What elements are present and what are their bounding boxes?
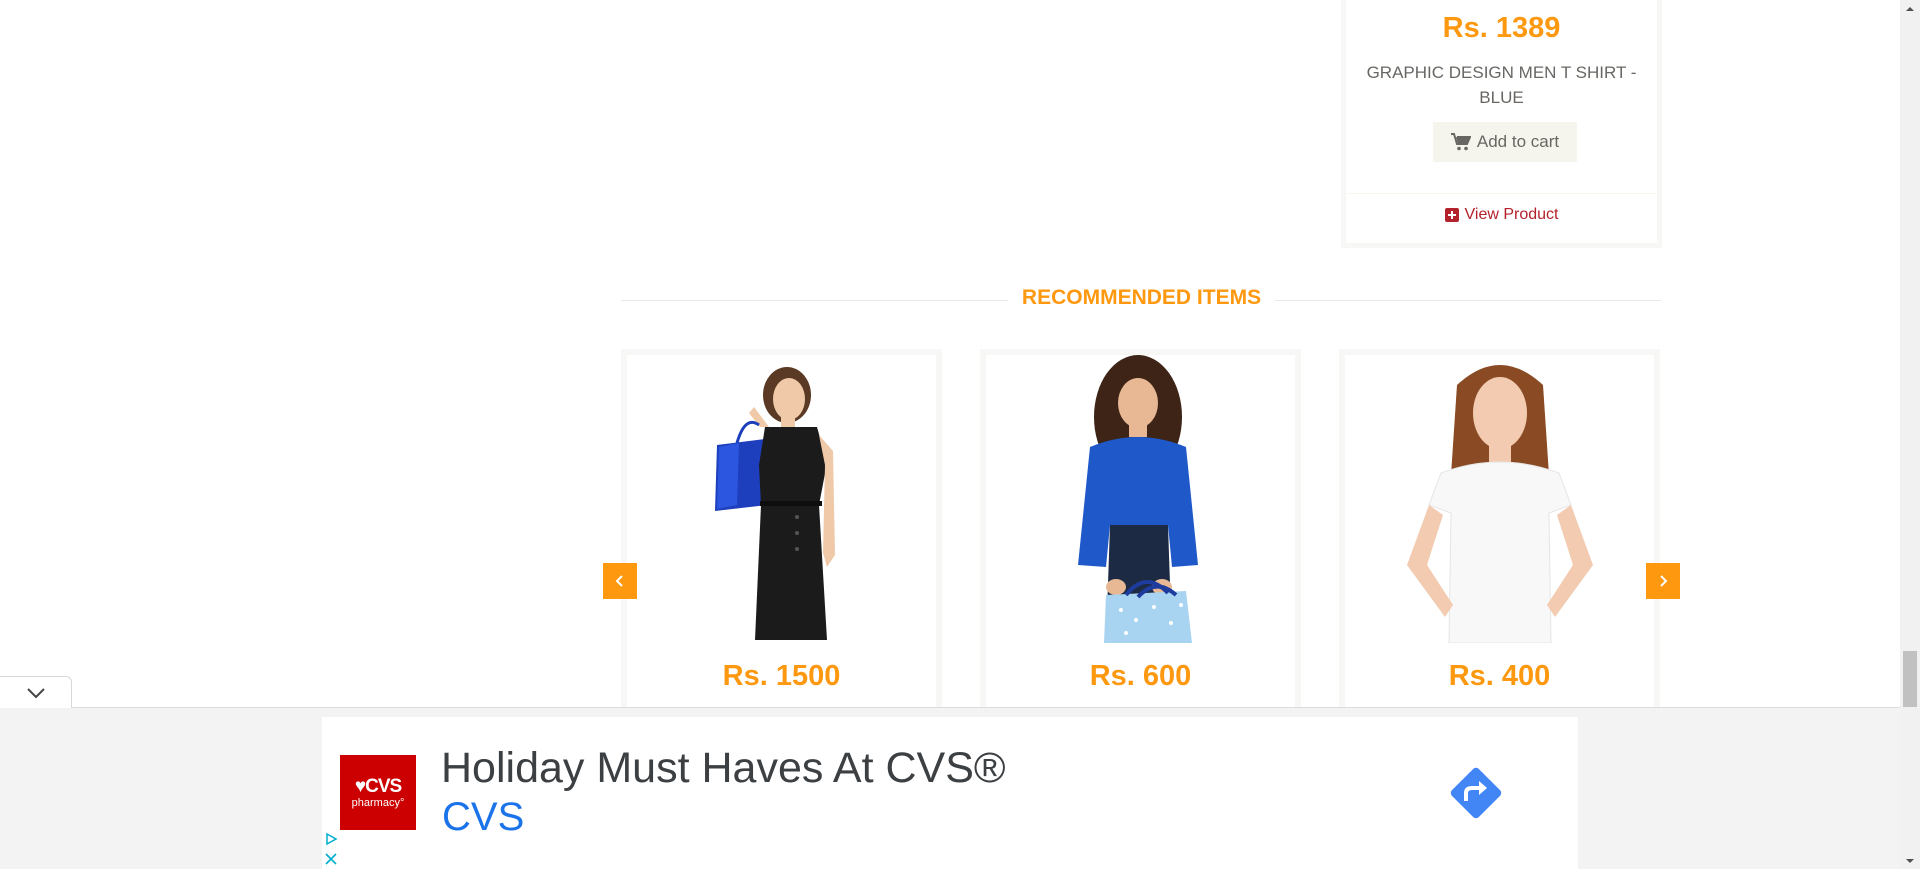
product-card-graphic-tshirt: Rs. 1389 GRAPHIC DESIGN MEN T SHIRT - BL…: [1341, 0, 1662, 248]
directions-arrow-icon[interactable]: [1446, 763, 1506, 823]
section-divider-line: [621, 300, 1661, 301]
add-to-cart-label: Add to cart: [1476, 132, 1560, 151]
carousel-prev-button[interactable]: [603, 563, 637, 599]
product-image-woman-blue-top: [986, 355, 1295, 643]
ad-headline[interactable]: Holiday Must Haves At CVS®: [441, 744, 1006, 793]
chevron-left-icon: [615, 575, 623, 587]
cvs-pharmacy-logo[interactable]: ♥CVS pharmacy°: [340, 755, 416, 830]
chevron-down-icon: [26, 687, 45, 698]
product-price: Rs. 400: [1448, 660, 1551, 692]
recommended-heading-text: RECOMMENDED ITEMS: [1007, 286, 1276, 309]
product-image-woman-black-dress: [627, 355, 936, 643]
plus-square-icon: [1444, 208, 1459, 222]
cvs-logo-subtext: pharmacy°: [351, 796, 405, 809]
product-price: Rs. 600: [1089, 660, 1192, 692]
ad-card[interactable]: [322, 717, 1578, 869]
recommended-card-3[interactable]: Rs. 400: [1339, 349, 1660, 729]
product-title: GRAPHIC DESIGN MEN T SHIRT - BLUE: [1366, 63, 1637, 107]
recommended-card-1[interactable]: Rs. 1500: [621, 349, 942, 729]
product-image-girl-white-tshirt: [1345, 355, 1654, 643]
view-product-link[interactable]: View Product: [1346, 200, 1657, 230]
ad-brand-name[interactable]: CVS: [442, 795, 524, 840]
recommended-heading: RECOMMENDED ITEMS: [0, 286, 1920, 310]
scroll-up-arrow-icon[interactable]: [1900, 0, 1920, 17]
add-to-cart-button[interactable]: Add to cart: [1433, 122, 1577, 162]
view-product-label: View Product: [1464, 206, 1559, 223]
shopping-cart-icon: [1450, 133, 1471, 151]
product-price: Rs. 1500: [722, 660, 841, 692]
scrollbar-thumb[interactable]: [1903, 651, 1917, 707]
card-divider: [1346, 193, 1657, 194]
ad-collapse-button[interactable]: [0, 676, 72, 708]
carousel-next-button[interactable]: [1646, 563, 1680, 599]
adchoices-icon[interactable]: [324, 832, 338, 846]
cvs-logo-text: ♥CVS: [354, 775, 402, 797]
recommended-card-2[interactable]: Rs. 600: [980, 349, 1301, 729]
scroll-down-arrow-icon[interactable]: [1900, 852, 1920, 869]
product-price: Rs. 1389: [1442, 12, 1561, 44]
page-scrollbar[interactable]: [1900, 0, 1920, 869]
chevron-right-icon: [1660, 575, 1668, 587]
ad-close-icon[interactable]: [324, 852, 338, 866]
